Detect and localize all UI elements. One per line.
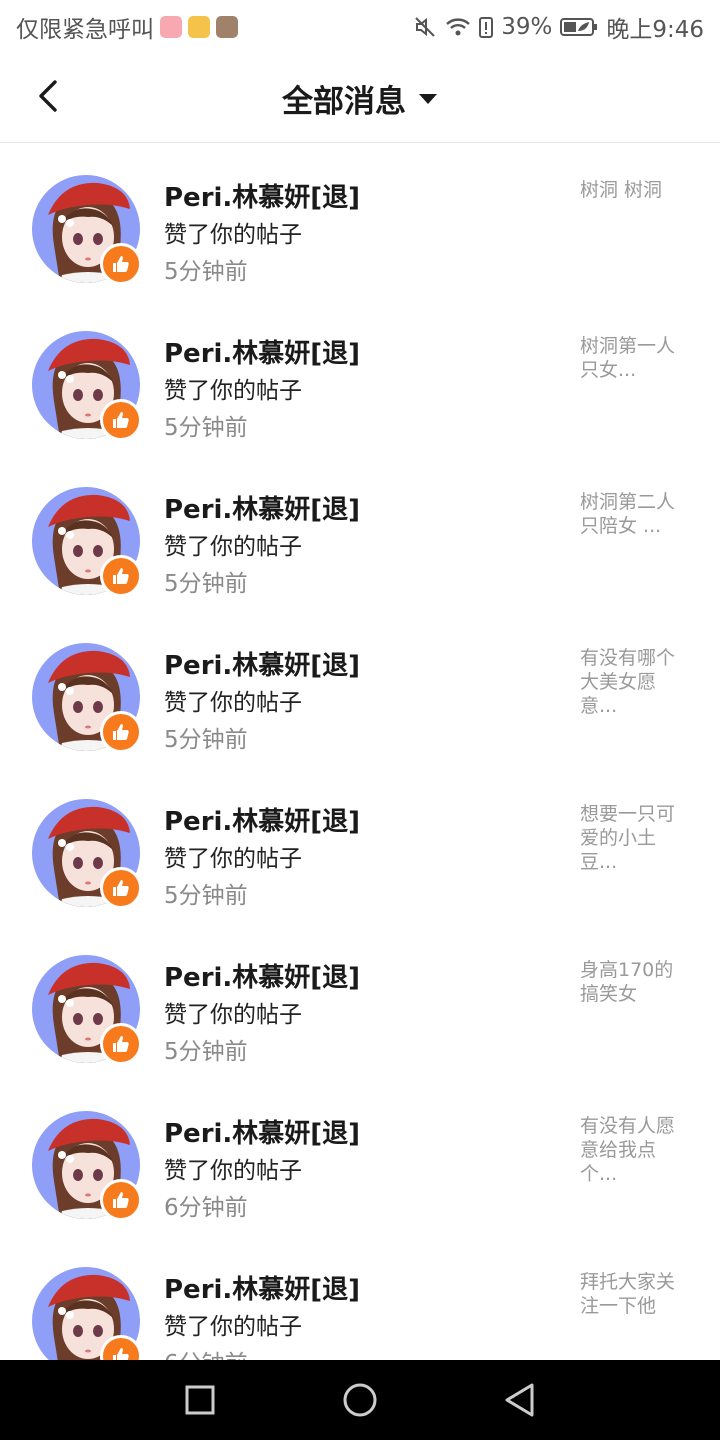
message-list: Peri.林慕妍[退] 赞了你的帖子 5分钟前 树洞 树洞 Peri.林慕妍[退…	[0, 143, 720, 1360]
sender-name[interactable]: Peri.林慕妍[退]	[164, 645, 360, 682]
clock: 晚上9:46	[606, 17, 704, 43]
avatar-container[interactable]	[32, 331, 142, 441]
wifi-icon	[445, 16, 471, 38]
message-item[interactable]: Peri.林慕妍[退] 赞了你的帖子 5分钟前 树洞 树洞	[0, 143, 720, 299]
message-item[interactable]: Peri.林慕妍[退] 赞了你的帖子 5分钟前 树洞第一人只女...	[0, 299, 720, 455]
sender-name[interactable]: Peri.林慕妍[退]	[164, 957, 360, 994]
avatar-container[interactable]	[32, 799, 142, 909]
timestamp: 5分钟前	[164, 883, 248, 909]
app-icon-2	[188, 16, 210, 38]
post-snippet[interactable]: 有没有人愿意给我点个...	[580, 1114, 690, 1186]
thumbs-up-icon	[113, 1348, 129, 1360]
thumbs-up-icon	[113, 568, 129, 584]
avatar-container[interactable]	[32, 175, 142, 285]
thumbs-up-icon	[113, 256, 129, 272]
avatar-container[interactable]	[32, 643, 142, 753]
home-button[interactable]	[340, 1380, 380, 1420]
timestamp: 5分钟前	[164, 571, 248, 597]
message-item[interactable]: Peri.林慕妍[退] 赞了你的帖子 6分钟前 拜托大家关注一下他	[0, 1235, 720, 1360]
avatar-container[interactable]	[32, 955, 142, 1065]
sender-name[interactable]: Peri.林慕妍[退]	[164, 489, 360, 526]
carrier-text: 仅限紧急呼叫	[16, 17, 154, 43]
action-text: 赞了你的帖子	[164, 534, 302, 560]
like-badge	[100, 711, 142, 753]
message-item[interactable]: Peri.林慕妍[退] 赞了你的帖子 5分钟前 有没有哪个大美女愿意...	[0, 611, 720, 767]
back-triangle-icon	[505, 1383, 534, 1417]
message-item[interactable]: Peri.林慕妍[退] 赞了你的帖子 5分钟前 想要一只可爱的小土豆...	[0, 767, 720, 923]
sender-name[interactable]: Peri.林慕妍[退]	[164, 1113, 360, 1150]
action-text: 赞了你的帖子	[164, 1314, 302, 1340]
post-snippet[interactable]: 树洞第一人只女...	[580, 334, 690, 382]
battery-alert-icon	[479, 16, 494, 38]
action-text: 赞了你的帖子	[164, 690, 302, 716]
app-icon-3	[216, 16, 238, 38]
timestamp: 5分钟前	[164, 727, 248, 753]
like-badge	[100, 555, 142, 597]
action-text: 赞了你的帖子	[164, 222, 302, 248]
thumbs-up-icon	[113, 1036, 129, 1052]
message-item[interactable]: Peri.林慕妍[退] 赞了你的帖子 5分钟前 树洞第二人只陪女 ...	[0, 455, 720, 611]
like-badge	[100, 1179, 142, 1221]
timestamp: 5分钟前	[164, 415, 248, 441]
thumbs-up-icon	[113, 880, 129, 896]
like-badge	[100, 867, 142, 909]
timestamp: 5分钟前	[164, 259, 248, 285]
battery-icon	[560, 17, 598, 37]
action-text: 赞了你的帖子	[164, 378, 302, 404]
recents-button[interactable]	[180, 1380, 220, 1420]
status-left: 仅限紧急呼叫	[16, 10, 238, 44]
thumbs-up-icon	[113, 724, 129, 740]
app-icon-1	[160, 16, 182, 38]
caret-down-icon	[419, 93, 437, 104]
thumbs-up-icon	[113, 1192, 129, 1208]
message-item[interactable]: Peri.林慕妍[退] 赞了你的帖子 5分钟前 身高170的搞笑女	[0, 923, 720, 1079]
like-badge	[100, 243, 142, 285]
mute-icon	[413, 15, 437, 39]
post-snippet[interactable]: 树洞第二人只陪女 ...	[580, 490, 690, 538]
recents-square-icon	[185, 1385, 215, 1415]
sender-name[interactable]: Peri.林慕妍[退]	[164, 333, 360, 370]
back-nav-button[interactable]	[500, 1380, 540, 1420]
avatar-container[interactable]	[32, 487, 142, 597]
avatar-container[interactable]	[32, 1111, 142, 1221]
action-text: 赞了你的帖子	[164, 1158, 302, 1184]
status-bar: 仅限紧急呼叫 39% 晚上9:46	[0, 0, 720, 52]
page-title: 全部消息	[282, 84, 406, 120]
sender-name[interactable]: Peri.林慕妍[退]	[164, 801, 360, 838]
post-snippet[interactable]: 身高170的搞笑女	[580, 958, 690, 1006]
timestamp: 5分钟前	[164, 1039, 248, 1065]
sender-name[interactable]: Peri.林慕妍[退]	[164, 1269, 360, 1306]
top-header: 全部消息	[0, 52, 720, 143]
message-filter-dropdown[interactable]: 全部消息	[0, 76, 720, 121]
message-item[interactable]: Peri.林慕妍[退] 赞了你的帖子 6分钟前 有没有人愿意给我点个...	[0, 1079, 720, 1235]
like-badge	[100, 399, 142, 441]
post-snippet[interactable]: 树洞 树洞	[580, 178, 690, 202]
status-right: 39% 晚上9:46	[413, 10, 704, 44]
post-snippet[interactable]: 有没有哪个大美女愿意...	[580, 646, 690, 718]
like-badge	[100, 1023, 142, 1065]
action-text: 赞了你的帖子	[164, 846, 302, 872]
home-circle-icon	[343, 1383, 377, 1417]
system-nav-bar	[0, 1360, 720, 1440]
sender-name[interactable]: Peri.林慕妍[退]	[164, 177, 360, 214]
timestamp: 6分钟前	[164, 1344, 248, 1360]
action-text: 赞了你的帖子	[164, 1002, 302, 1028]
thumbs-up-icon	[113, 412, 129, 428]
battery-percent: 39%	[501, 14, 553, 40]
post-snippet[interactable]: 想要一只可爱的小土豆...	[580, 802, 690, 874]
post-snippet[interactable]: 拜托大家关注一下他	[580, 1270, 690, 1318]
timestamp: 6分钟前	[164, 1195, 248, 1221]
avatar-container[interactable]	[32, 1267, 142, 1360]
